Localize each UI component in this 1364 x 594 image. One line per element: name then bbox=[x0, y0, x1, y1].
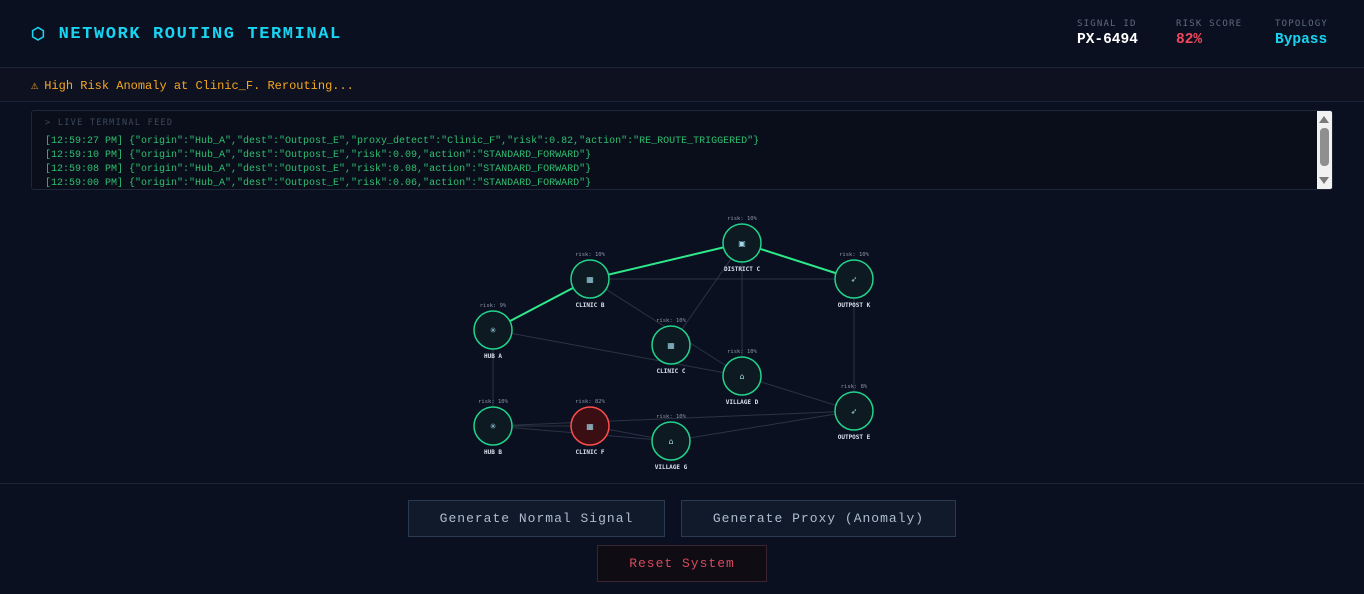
node-name-label: VILLAGE D bbox=[726, 399, 759, 406]
terminal-title: > LIVE TERMINAL FEED bbox=[45, 118, 174, 128]
generate-proxy-anomaly-button[interactable]: Generate Proxy (Anomaly) bbox=[681, 500, 956, 537]
node-name-label: OUTPOST K bbox=[838, 302, 871, 309]
terminal-line: [12:59:27 PM] {"origin":"Hub_A","dest":"… bbox=[45, 136, 760, 147]
terminal-line: [12:59:00 PM] {"origin":"Hub_A","dest":"… bbox=[45, 178, 592, 189]
node-name-label: OUTPOST E bbox=[838, 434, 871, 441]
signal-id-value: PX-6494 bbox=[1077, 32, 1138, 48]
page-title: ⬡ NETWORK ROUTING TERMINAL bbox=[31, 24, 342, 45]
header: ⬡ NETWORK ROUTING TERMINAL SIGNAL ID PX-… bbox=[0, 0, 1364, 68]
node-name-label: CLINIC B bbox=[576, 302, 605, 309]
node-clinic-b[interactable]: ▦ risk: 10% CLINIC B bbox=[570, 252, 610, 309]
alert-text: High Risk Anomaly at Clinic_F. Rerouting… bbox=[44, 78, 354, 93]
reset-system-button[interactable]: Reset System bbox=[597, 545, 767, 582]
topology-label: TOPOLOGY bbox=[1275, 19, 1328, 29]
terminal-scrollbar[interactable] bbox=[1317, 111, 1332, 189]
network-graph-canvas: ✳ risk: 9% HUB A ▦ risk: 10% CLINIC B ▣ risk: 1… bbox=[473, 216, 874, 471]
risk-score-label: RISK SCORE bbox=[1176, 19, 1243, 29]
node-name-label: CLINIC C bbox=[657, 368, 686, 375]
alert-message: ⚠ High Risk Anomaly at Clinic_F. Rerouti… bbox=[31, 78, 354, 94]
clinic-icon: ▦ bbox=[586, 422, 594, 431]
topology-stat: TOPOLOGY Bypass bbox=[1275, 19, 1345, 48]
node-name-label: VILLAGE G bbox=[655, 464, 688, 471]
node-hub-b[interactable]: ✳ risk: 10% HUB B bbox=[473, 399, 513, 456]
node-clinic-f[interactable]: ▦ risk: 82% CLINIC F bbox=[570, 399, 610, 456]
node-outpost-e[interactable]: ➶ risk: 8% OUTPOST E bbox=[834, 384, 874, 441]
terminal-lines: [12:59:27 PM] {"origin":"Hub_A","dest":"… bbox=[45, 135, 760, 189]
scroll-down-arrow-icon[interactable] bbox=[1319, 177, 1329, 184]
generate-normal-signal-button[interactable]: Generate Normal Signal bbox=[408, 500, 665, 537]
network-edge bbox=[492, 329, 743, 377]
outpost-icon: ➶ bbox=[851, 407, 858, 416]
node-risk-label: risk: 10% bbox=[575, 252, 605, 258]
signal-id-stat: SIGNAL ID PX-6494 bbox=[1077, 19, 1176, 48]
clinic-icon: ▦ bbox=[586, 275, 594, 284]
district-icon: ▣ bbox=[738, 239, 746, 248]
node-name-label: CLINIC F bbox=[576, 449, 605, 456]
node-name-label: HUB A bbox=[484, 353, 502, 360]
active-route-edge bbox=[589, 242, 743, 280]
terminal-line: [12:59:08 PM] {"origin":"Hub_A","dest":"… bbox=[45, 164, 592, 175]
topology-value: Bypass bbox=[1275, 32, 1328, 48]
node-risk-label: risk: 10% bbox=[839, 252, 869, 258]
risk-score-stat: RISK SCORE 82% bbox=[1176, 19, 1275, 48]
hexagon-icon: ⬡ bbox=[31, 26, 47, 44]
node-risk-label: risk: 10% bbox=[656, 318, 686, 324]
divider bbox=[0, 483, 1364, 484]
node-risk-label: risk: 10% bbox=[656, 414, 686, 420]
scroll-up-arrow-icon[interactable] bbox=[1319, 116, 1329, 123]
node-risk-label: risk: 8% bbox=[841, 384, 868, 390]
terminal-line: [12:59:10 PM] {"origin":"Hub_A","dest":"… bbox=[45, 150, 592, 161]
signal-id-label: SIGNAL ID bbox=[1077, 19, 1137, 29]
node-risk-label: risk: 9% bbox=[480, 303, 507, 309]
node-risk-label: risk: 82% bbox=[575, 399, 605, 405]
hub-icon: ✳ bbox=[490, 326, 497, 335]
outpost-icon: ➶ bbox=[851, 275, 858, 284]
scrollbar-thumb[interactable] bbox=[1320, 128, 1329, 166]
village-icon: ⌂ bbox=[739, 372, 744, 381]
hub-icon: ✳ bbox=[490, 422, 497, 431]
node-name-label: DISTRICT C bbox=[724, 266, 761, 273]
node-village-d[interactable]: ⌂ risk: 10% VILLAGE D bbox=[722, 349, 762, 406]
node-risk-label: risk: 10% bbox=[478, 399, 508, 405]
risk-score-value: 82% bbox=[1176, 32, 1203, 48]
clinic-icon: ▦ bbox=[667, 341, 675, 350]
page-title-text: NETWORK ROUTING TERMINAL bbox=[58, 24, 342, 44]
village-icon: ⌂ bbox=[668, 437, 673, 446]
node-risk-label: risk: 10% bbox=[727, 216, 757, 222]
terminal-feed: > LIVE TERMINAL FEED [12:59:27 PM] {"ori… bbox=[31, 110, 1333, 190]
node-village-g[interactable]: ⌂ risk: 10% VILLAGE G bbox=[651, 414, 691, 471]
warning-icon: ⚠ bbox=[31, 79, 39, 93]
alert-bar: ⚠ High Risk Anomaly at Clinic_F. Rerouti… bbox=[0, 68, 1364, 102]
network-graph: ✳ risk: 9% HUB A ▦ risk: 10% CLINIC B ▣ risk: 1… bbox=[0, 200, 1364, 480]
stats-panel: SIGNAL ID PX-6494 RISK SCORE 82% TOPOLOG… bbox=[1077, 19, 1345, 48]
network-edge bbox=[670, 410, 855, 442]
node-risk-label: risk: 10% bbox=[727, 349, 757, 355]
node-name-label: HUB B bbox=[484, 449, 502, 456]
